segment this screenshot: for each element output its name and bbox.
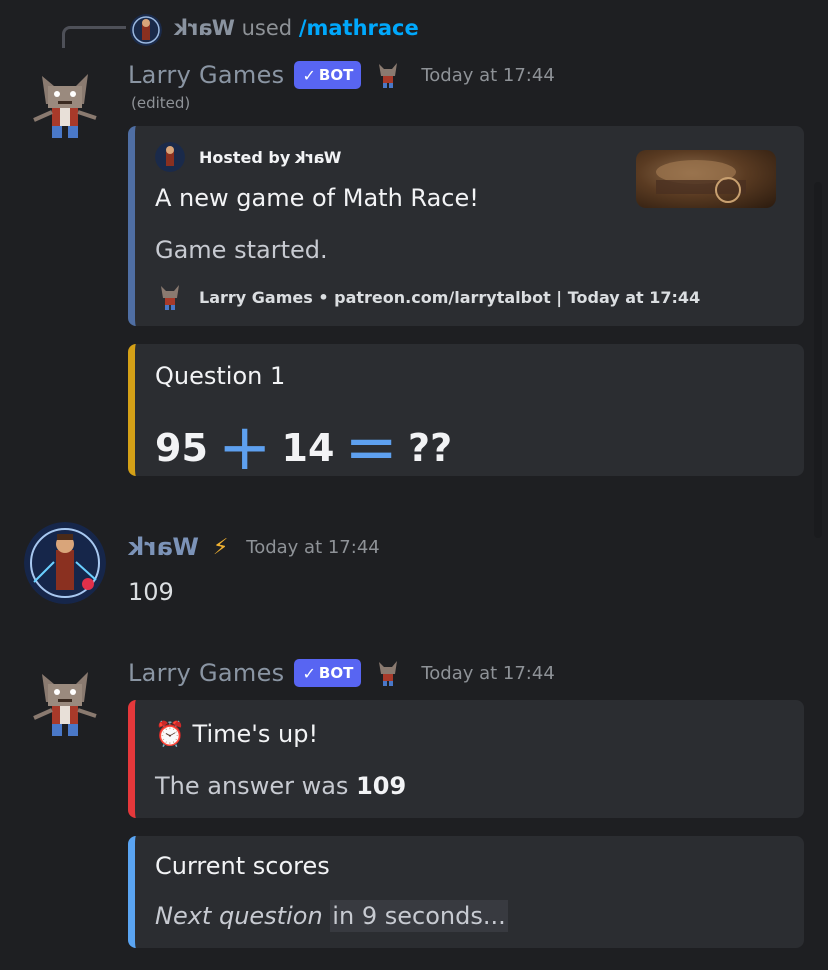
times-up-title: ⏰ Time's up! — [155, 720, 319, 748]
footer-text: Larry Games • patreon.com/larrytalbot | … — [199, 287, 701, 307]
question-title: Question 1 — [155, 362, 286, 390]
message-author[interactable]: Larry Games — [128, 659, 284, 687]
scores-title: Current scores — [155, 852, 330, 880]
larry-games-avatar[interactable] — [24, 662, 106, 744]
command-user-avatar[interactable] — [130, 14, 162, 46]
embed-footer: Larry Games • patreon.com/larrytalbot | … — [155, 282, 700, 312]
math-equation: 95 + 14 = ?? — [155, 416, 452, 480]
host-prefix: Hosted by — [199, 147, 291, 167]
bot-tag: ✓ BOT — [294, 659, 362, 687]
bot-badge-icon — [379, 661, 398, 686]
scores-embed: Current scores Next question in 9 second… — [128, 836, 804, 948]
command-reference[interactable]: Wark used /mathrace — [62, 10, 462, 48]
operand-a: 95 — [155, 426, 208, 470]
answer-description: The answer was 109 — [155, 772, 407, 800]
message-timestamp[interactable]: Today at 17:44 — [421, 65, 554, 86]
bot-tag: ✓ BOT — [294, 61, 362, 89]
footer-icon — [161, 285, 179, 310]
embed-description: Game started. — [155, 236, 328, 264]
equals-icon: = — [344, 411, 399, 485]
check-icon: ✓ — [302, 663, 316, 683]
in-highlight: in 9 seconds... — [330, 900, 508, 932]
operand-b: 14 — [281, 426, 335, 470]
times-up-embed: ⏰ Time's up! The answer was 109 — [128, 700, 804, 818]
result-placeholder: ?? — [408, 426, 453, 470]
command-name[interactable]: /mathrace — [299, 16, 419, 40]
host-avatar — [155, 142, 185, 172]
message-timestamp[interactable]: Today at 17:44 — [246, 537, 379, 558]
game-embed: Hosted by Wark A new game of Math Race! … — [128, 126, 804, 326]
embed-title: A new game of Math Race! — [155, 184, 479, 212]
next-question-text: Next question in 9 seconds... — [155, 900, 508, 932]
embed-thumbnail[interactable] — [636, 150, 776, 208]
reply-connector — [62, 26, 126, 48]
larry-games-avatar[interactable] — [24, 64, 106, 146]
alarm-clock-icon: ⏰ — [155, 720, 185, 748]
message-author[interactable]: Wark — [128, 533, 199, 561]
lightning-icon: ⚡ — [212, 534, 229, 560]
answer-value: 109 — [356, 772, 407, 800]
message-author[interactable]: Larry Games — [128, 61, 284, 89]
command-username[interactable]: Wark — [174, 16, 235, 40]
bot-badge-icon — [379, 63, 398, 88]
question-embed: Question 1 95 + 14 = ?? — [128, 344, 804, 480]
command-used-label: used — [241, 16, 293, 40]
message-timestamp[interactable]: Today at 17:44 — [421, 663, 554, 684]
plus-icon: + — [217, 411, 272, 485]
embed-author: Hosted by Wark — [155, 142, 342, 172]
host-name: Wark — [295, 147, 342, 167]
check-icon: ✓ — [302, 65, 316, 85]
scrollbar[interactable] — [814, 182, 822, 538]
wark-avatar[interactable] — [24, 522, 106, 604]
chat-area: Wark used /mathrace Larry Games ✓ BOT To… — [0, 0, 828, 970]
message-content: 109 — [128, 578, 174, 606]
edited-label: (edited) — [131, 94, 191, 112]
